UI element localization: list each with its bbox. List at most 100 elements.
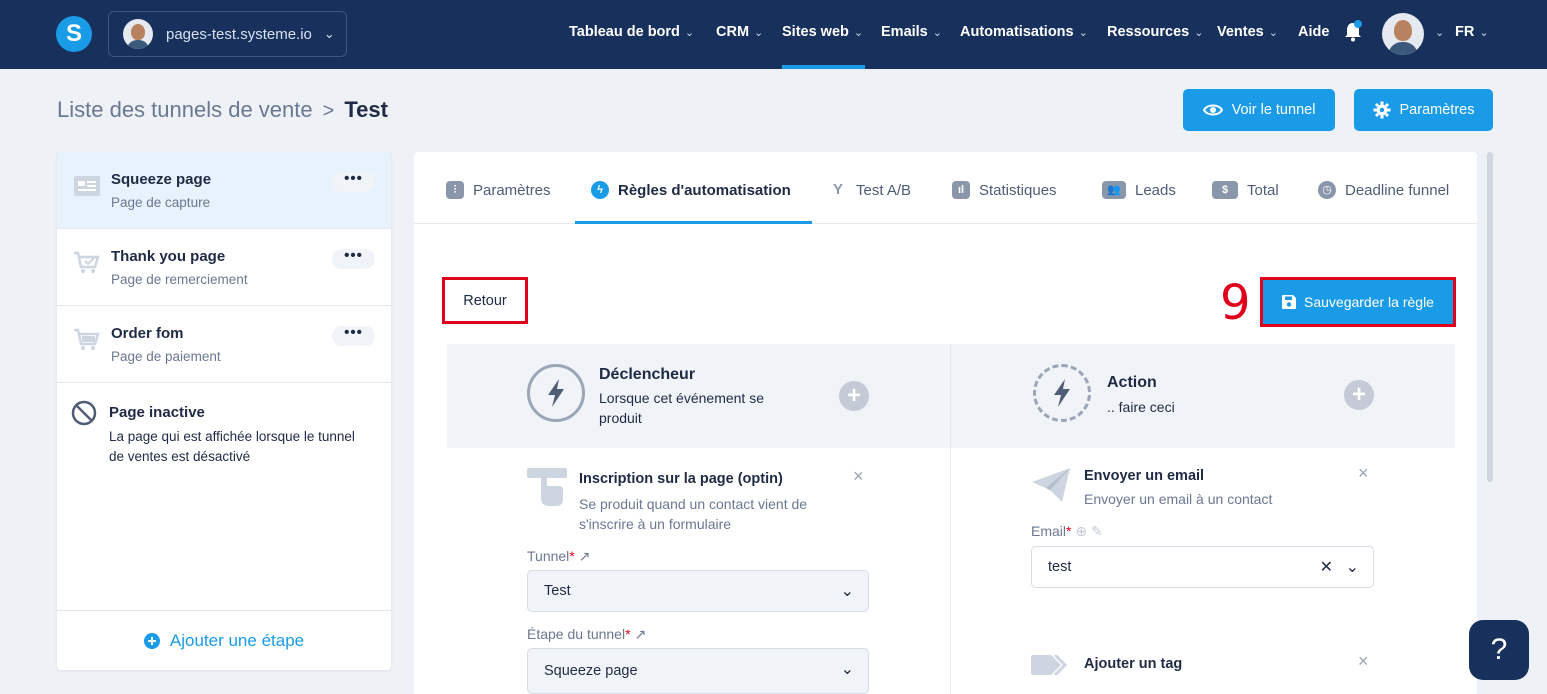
tab-deadline-funnel[interactable]: ◷ Deadline funnel [1318, 181, 1449, 199]
nav-ressources[interactable]: Ressources ⌄ [1107, 24, 1203, 40]
vertical-scrollbar[interactable] [1487, 152, 1493, 482]
step-subtitle: Page de remerciement [111, 272, 248, 287]
chevron-down-icon: ⌄ [1479, 27, 1489, 39]
funnel-settings-label: Paramètres [1399, 102, 1475, 118]
email-field-label: Email* ⊕ ✎ [1031, 523, 1103, 539]
external-link-icon[interactable]: ↗ [579, 548, 591, 564]
remove-second-action-icon[interactable]: × [1358, 651, 1369, 672]
chevron-down-icon: ⌄ [1435, 27, 1445, 39]
chevron-down-icon: ⌄ [754, 27, 764, 39]
site-name: pages-test.systeme.io [166, 25, 312, 43]
tab-label: Statistiques [979, 181, 1057, 199]
step-order-form[interactable]: Order fom Page de paiement ••• [57, 306, 391, 383]
step-thank-you-page[interactable]: Thank you page Page de remerciement ••• [57, 229, 391, 306]
tab-regles-automatisation[interactable]: ϟ Règles d'automatisation [591, 181, 791, 199]
tab-label: Test A/B [856, 181, 912, 199]
funnel-steps-panel: Squeeze page Page de capture ••• Thank y… [57, 152, 391, 670]
breadcrumb-parent-link[interactable]: Liste des tunnels de vente [57, 97, 313, 122]
action-column-header: Action .. faire ceci + [951, 344, 1455, 448]
back-button[interactable]: Retour [442, 277, 528, 324]
step-menu-button[interactable]: ••• [332, 171, 375, 192]
user-menu-chevron[interactable]: ⌄ [1430, 24, 1444, 40]
nav-tableau-de-bord[interactable]: Tableau de bord ⌄ [569, 24, 694, 40]
second-action-card-title: Ajouter un tag [1084, 656, 1183, 672]
pencil-icon[interactable]: ✎ [1091, 523, 1103, 539]
step-menu-button[interactable]: ••• [332, 248, 375, 269]
nav-sites-web[interactable]: Sites web ⌄ [782, 24, 863, 40]
prohibited-icon [71, 400, 97, 426]
breadcrumb-separator: > [322, 100, 335, 122]
remove-action-icon[interactable]: × [1358, 463, 1369, 484]
chevron-down-icon: ⌄ [684, 27, 695, 39]
save-rule-label: Sauvegarder la règle [1304, 294, 1434, 310]
chevron-down-icon: ⌄ [1345, 559, 1359, 576]
email-select-value: test [1048, 559, 1072, 575]
tab-total[interactable]: $ Total [1212, 181, 1279, 199]
step-squeeze-page[interactable]: Squeeze page Page de capture ••• [57, 152, 391, 229]
nav-label: CRM [716, 24, 750, 40]
nav-emails[interactable]: Emails ⌄ [881, 24, 942, 40]
tab-test-ab[interactable]: Y Test A/B [829, 181, 911, 199]
clock-icon: ◷ [1318, 181, 1336, 199]
funnel-settings-button[interactable]: Paramètres [1354, 89, 1493, 131]
nav-label: Automatisations [960, 24, 1074, 40]
funnel-step-editor: ⫶ Paramètres ϟ Règles d'automatisation Y Te… [414, 152, 1477, 694]
cart-icon [74, 328, 100, 350]
capture-page-icon [74, 176, 100, 196]
trigger-card-title: Inscription sur la page (optin) [579, 471, 783, 487]
inactive-page-item[interactable]: Page inactive La page qui est affichée l… [57, 384, 391, 464]
remove-trigger-icon[interactable]: × [853, 466, 864, 487]
nav-ventes[interactable]: Ventes ⌄ [1217, 24, 1278, 40]
view-funnel-label: Voir le tunnel [1231, 102, 1316, 118]
users-icon: 👥 [1102, 181, 1126, 199]
action-card-title: Envoyer un email [1084, 468, 1205, 484]
step-menu-button[interactable]: ••• [332, 325, 375, 346]
add-trigger-button[interactable]: + [839, 381, 869, 411]
column-divider [950, 344, 951, 694]
chevron-down-icon: ⌄ [323, 26, 335, 41]
nav-aide[interactable]: Aide [1298, 24, 1329, 40]
dollar-icon: $ [1212, 181, 1238, 199]
add-email-icon[interactable]: ⊕ [1075, 523, 1087, 539]
systeme-logo[interactable]: S [56, 16, 92, 52]
add-step-label: Ajouter une étape [169, 630, 305, 650]
breadcrumb: Liste des tunnels de vente > Test [57, 97, 388, 123]
action-title: Action [1107, 374, 1157, 391]
external-link-icon[interactable]: ↗ [634, 626, 646, 642]
eye-icon [1202, 104, 1223, 116]
step-title: Thank you page [111, 248, 226, 265]
email-select[interactable]: test ✕ ⌄ [1031, 546, 1374, 588]
tab-label: Total [1247, 181, 1279, 199]
active-tab-indicator [575, 221, 812, 224]
tab-statistiques[interactable]: ıl Statistiques [952, 181, 1057, 199]
tunnel-label-text: Tunnel [527, 548, 570, 564]
tab-leads[interactable]: 👥 Leads [1102, 181, 1176, 199]
tab-label: Règles d'automatisation [618, 181, 791, 199]
funnel-step-select[interactable]: Squeeze page ⌄ [527, 648, 869, 694]
tab-label: Leads [1135, 181, 1176, 199]
language-selector[interactable]: FR ⌄ [1455, 24, 1489, 40]
tab-parametres[interactable]: ⫶ Paramètres [446, 181, 551, 199]
add-action-button[interactable]: + [1344, 380, 1374, 410]
nav-automatisations[interactable]: Automatisations ⌄ [960, 24, 1088, 40]
nav-crm[interactable]: CRM ⌄ [716, 24, 763, 40]
inactive-page-description: La page qui est affichée lorsque le tunn… [109, 429, 355, 464]
user-avatar[interactable] [1382, 13, 1424, 55]
view-funnel-button[interactable]: Voir le tunnel [1183, 89, 1335, 131]
lightning-icon: ϟ [591, 181, 609, 199]
nav-label: Sites web [782, 24, 849, 40]
clear-icon[interactable]: ✕ [1320, 557, 1333, 577]
action-card-description: Envoyer un email à un contact [1084, 491, 1273, 507]
nav-label: Aide [1298, 24, 1330, 40]
tunnel-select[interactable]: Test ⌄ [527, 570, 869, 612]
annotation-step-number: 9 [1220, 275, 1251, 331]
site-selector[interactable]: pages-test.systeme.io ⌄ [108, 11, 347, 57]
save-rule-button[interactable]: Sauvegarder la règle [1260, 277, 1456, 327]
add-step-button[interactable]: Ajouter une étape [57, 610, 391, 670]
help-button[interactable]: ? [1469, 620, 1529, 680]
chevron-down-icon: ⌄ [840, 583, 854, 600]
cart-check-icon [74, 251, 100, 273]
nav-label: Emails [881, 24, 928, 40]
chevron-down-icon: ⌄ [1194, 27, 1204, 39]
sliders-icon: ⫶ [446, 181, 464, 199]
